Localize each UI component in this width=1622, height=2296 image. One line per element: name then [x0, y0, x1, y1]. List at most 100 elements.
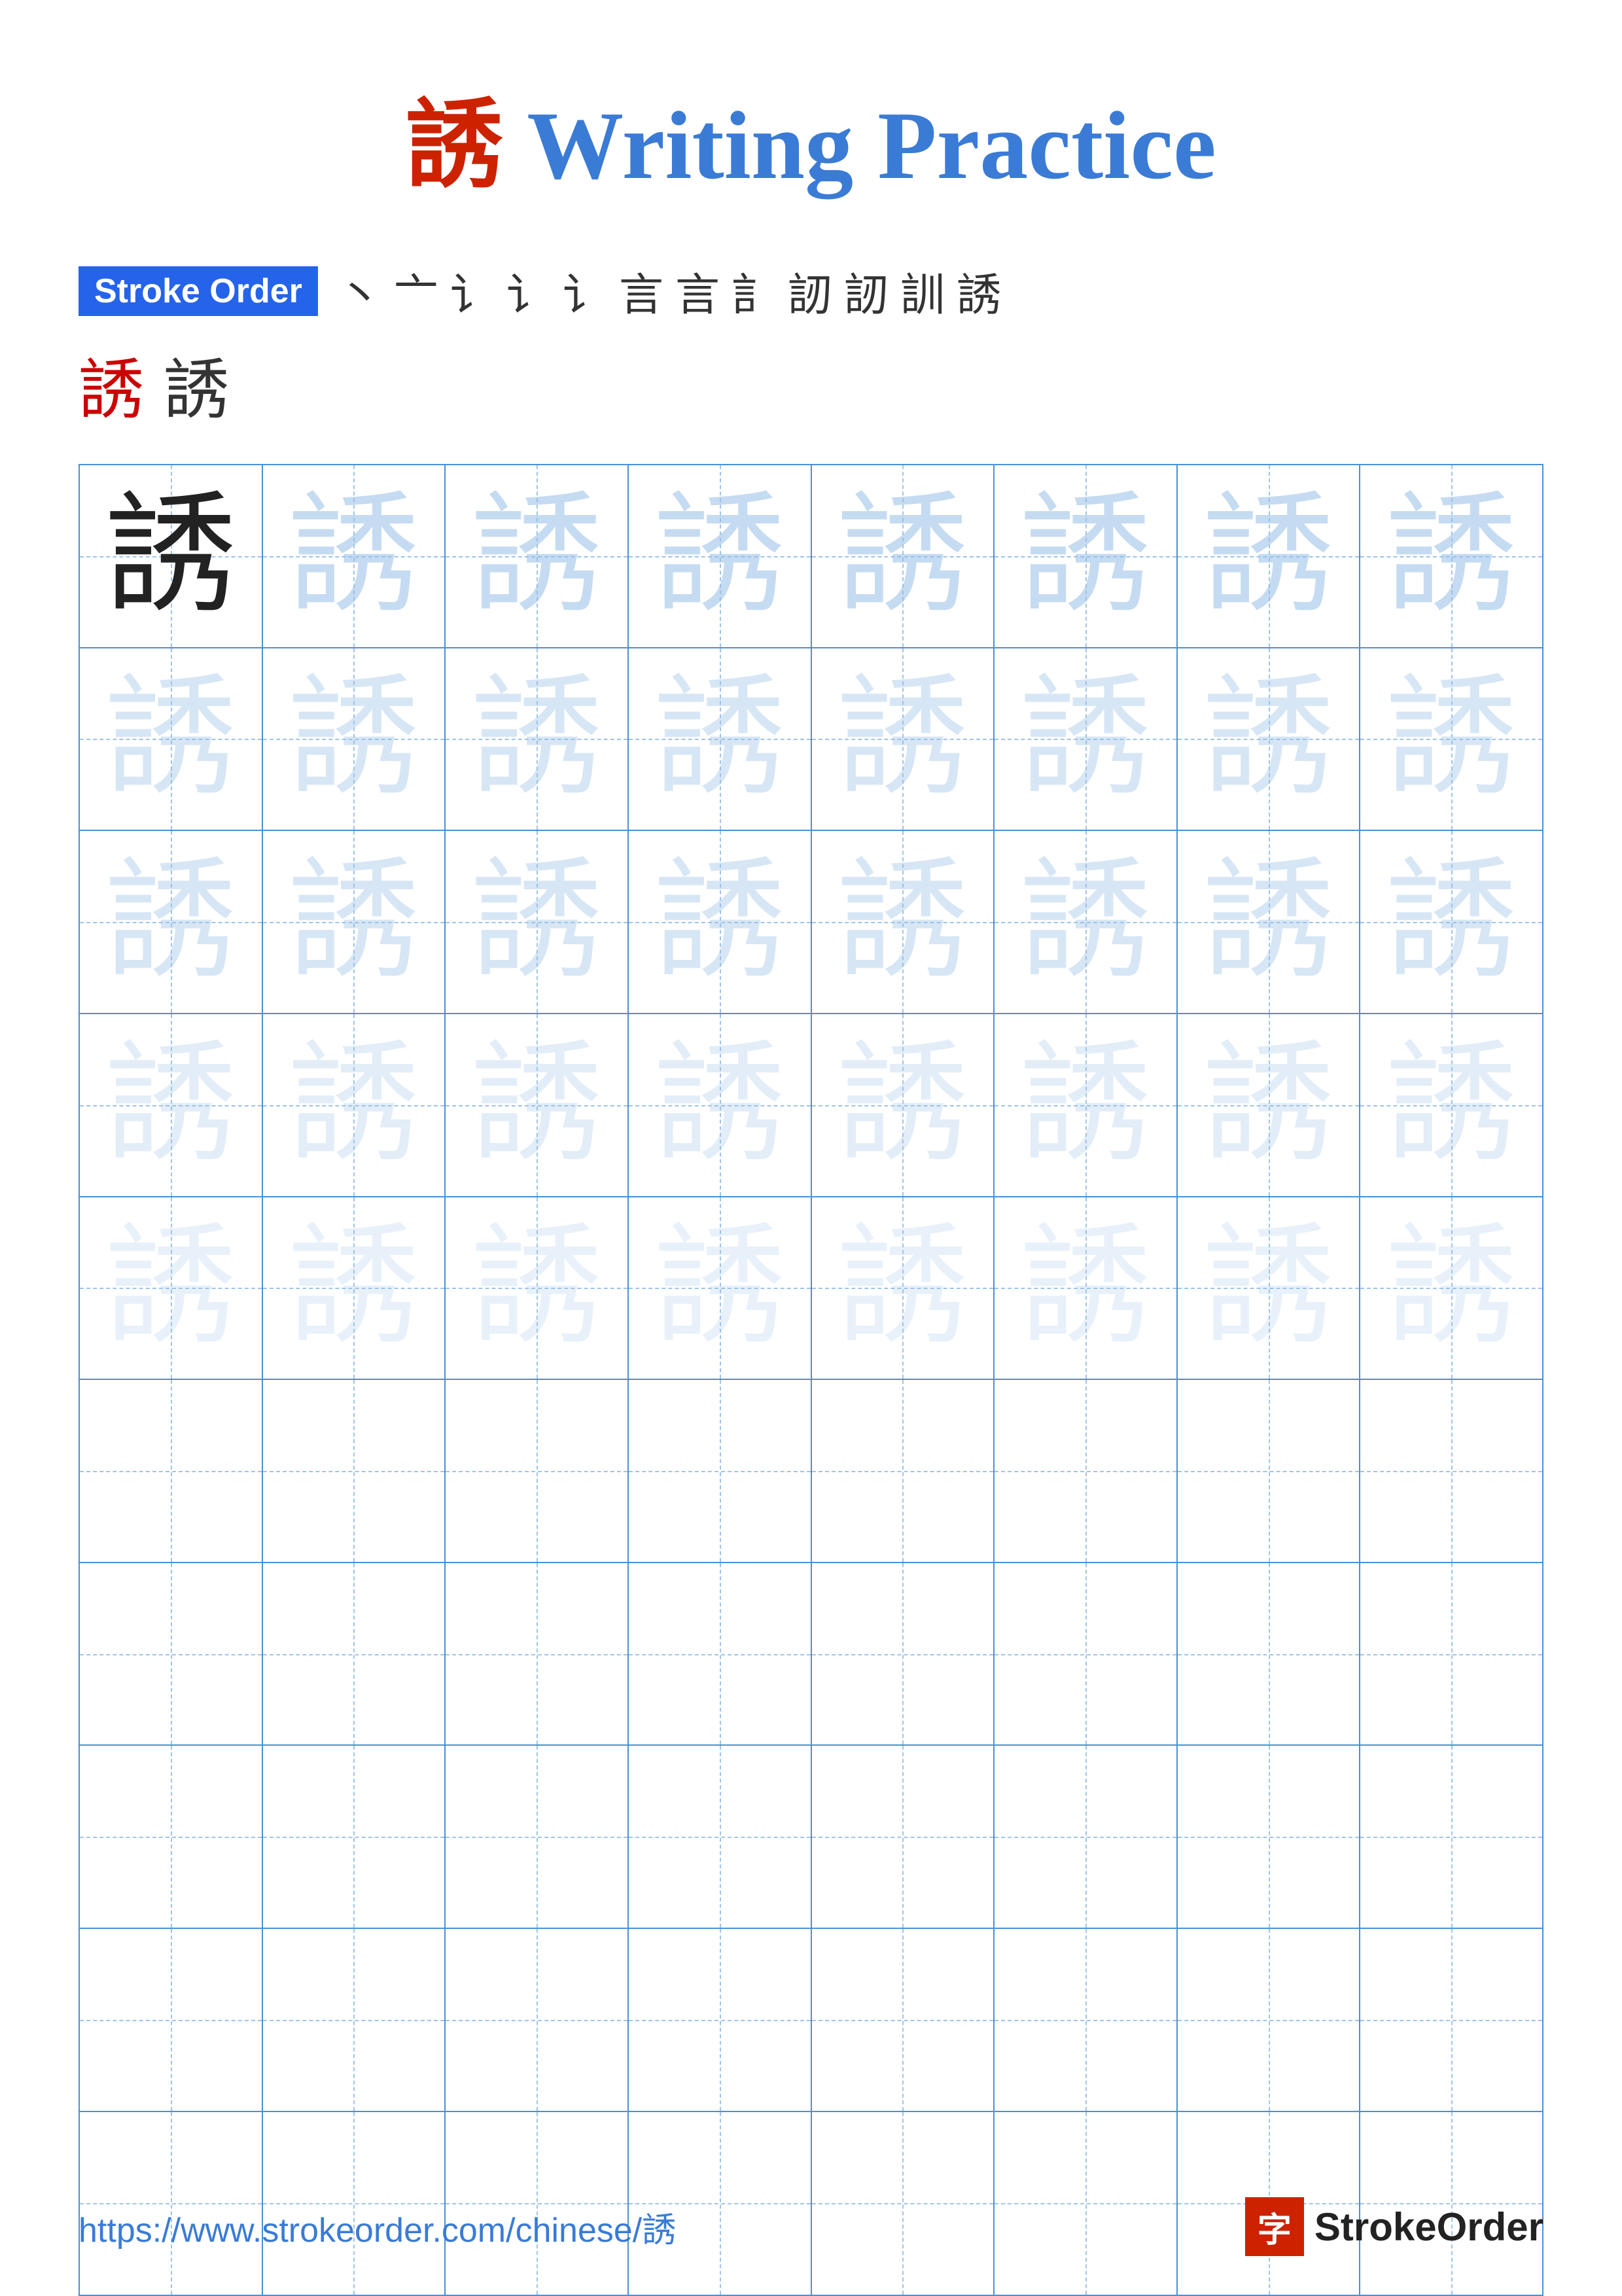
grid-cell-3-8: 誘 [1360, 831, 1542, 1014]
grid-cell-1-1: 誘 [80, 465, 263, 648]
char-light: 誘 [654, 673, 785, 804]
grid-cell-2-4: 誘 [629, 648, 812, 832]
char-vlight: 誘 [837, 1222, 968, 1353]
grid-cell-7-3[interactable] [446, 1563, 629, 1746]
grid-cell-2-7: 誘 [1178, 648, 1361, 832]
grid-cell-8-3[interactable] [446, 1746, 629, 1929]
char-light: 誘 [837, 491, 968, 622]
grid-cell-3-4: 誘 [629, 831, 812, 1014]
grid-cell-9-4[interactable] [629, 1929, 812, 2112]
grid-cell-1-3: 誘 [446, 465, 629, 648]
grid-cell-9-8[interactable] [1360, 1929, 1542, 2112]
grid-cell-6-7[interactable] [1178, 1380, 1361, 1563]
char-light: 誘 [1020, 673, 1151, 804]
grid-cell-8-1[interactable] [80, 1746, 263, 1929]
char-vlight: 誘 [1203, 1040, 1334, 1171]
grid-cell-9-3[interactable] [446, 1929, 629, 2112]
grid-cell-5-4: 誘 [629, 1197, 812, 1381]
page-container: 誘 Writing Practice Stroke Order 丶 亠 讠 讠 … [0, 0, 1622, 2295]
char-vlight: 誘 [471, 1222, 602, 1353]
grid-cell-5-3: 誘 [446, 1197, 629, 1381]
grid-cell-1-5: 誘 [812, 465, 995, 648]
practice-grid: 誘 誘 誘 誘 誘 誘 誘 誘 [79, 464, 1543, 2296]
char-light: 誘 [1020, 857, 1151, 987]
char-light: 誘 [105, 857, 236, 987]
stroke-7: 言 [675, 258, 720, 323]
grid-row-4: 誘 誘 誘 誘 誘 誘 誘 誘 [80, 1014, 1542, 1197]
grid-cell-6-1[interactable] [80, 1380, 263, 1563]
grid-cell-2-6: 誘 [995, 648, 1178, 832]
grid-cell-8-5[interactable] [812, 1746, 995, 1929]
grid-cell-3-5: 誘 [812, 831, 995, 1014]
stroke-final-red: 誘 [79, 336, 144, 431]
grid-row-5: 誘 誘 誘 誘 誘 誘 誘 誘 [80, 1197, 1542, 1381]
stroke-order-row: Stroke Order 丶 亠 讠 讠 讠 言 言 訁 訒 訒 訓 誘 [79, 258, 1001, 323]
grid-cell-9-1[interactable] [80, 1929, 263, 2112]
grid-cell-3-7: 誘 [1178, 831, 1361, 1014]
grid-cell-6-3[interactable] [446, 1380, 629, 1563]
stroke-6: 言 [619, 258, 663, 323]
char-light: 誘 [654, 857, 785, 987]
grid-cell-6-2[interactable] [263, 1380, 446, 1563]
grid-cell-6-5[interactable] [812, 1380, 995, 1563]
grid-cell-7-5[interactable] [812, 1563, 995, 1746]
char-light: 誘 [1203, 673, 1334, 804]
stroke-10: 訒 [844, 258, 889, 323]
grid-cell-5-6: 誘 [995, 1197, 1178, 1381]
grid-cell-7-7[interactable] [1178, 1563, 1361, 1746]
grid-cell-8-2[interactable] [263, 1746, 446, 1929]
stroke-order-label: Stroke Order [79, 266, 318, 316]
grid-cell-7-6[interactable] [995, 1563, 1178, 1746]
char-vlight: 誘 [654, 1222, 785, 1353]
grid-cell-5-2: 誘 [263, 1197, 446, 1381]
grid-cell-9-5[interactable] [812, 1929, 995, 2112]
grid-cell-6-8[interactable] [1360, 1380, 1542, 1563]
grid-cell-9-7[interactable] [1178, 1929, 1361, 2112]
grid-cell-5-1: 誘 [80, 1197, 263, 1381]
char-vlight: 誘 [288, 1222, 419, 1353]
stroke-8: 訁 [732, 258, 776, 323]
grid-row-3: 誘 誘 誘 誘 誘 誘 誘 誘 [80, 831, 1542, 1014]
stroke-2: 亠 [394, 258, 438, 323]
grid-row-2: 誘 誘 誘 誘 誘 誘 誘 誘 [80, 648, 1542, 832]
grid-cell-4-1: 誘 [80, 1014, 263, 1197]
stroke-5: 讠 [563, 258, 607, 323]
grid-cell-2-5: 誘 [812, 648, 995, 832]
grid-cell-9-2[interactable] [263, 1929, 446, 2112]
grid-cell-2-3: 誘 [446, 648, 629, 832]
grid-cell-4-2: 誘 [263, 1014, 446, 1197]
char-light: 誘 [837, 673, 968, 804]
char-light: 誘 [471, 673, 602, 804]
footer-logo-icon: 字 [1245, 2197, 1304, 2256]
stroke-3: 讠 [450, 258, 495, 323]
page-title: 誘 Writing Practice [406, 65, 1216, 206]
grid-cell-7-1[interactable] [80, 1563, 263, 1746]
grid-cell-7-4[interactable] [629, 1563, 812, 1746]
grid-cell-8-4[interactable] [629, 1746, 812, 1929]
grid-cell-6-4[interactable] [629, 1380, 812, 1563]
grid-cell-7-2[interactable] [263, 1563, 446, 1746]
stroke-11: 訓 [900, 258, 945, 323]
footer-url[interactable]: https://www.strokeorder.com/chinese/誘 [79, 2202, 676, 2252]
grid-cell-1-2: 誘 [263, 465, 446, 648]
grid-cell-7-8[interactable] [1360, 1563, 1542, 1746]
grid-cell-2-2: 誘 [263, 648, 446, 832]
char-vlight: 誘 [1203, 1222, 1334, 1353]
grid-cell-9-6[interactable] [995, 1929, 1178, 2112]
char-light: 誘 [1020, 491, 1151, 622]
grid-row-9 [80, 1929, 1542, 2112]
char-light: 誘 [471, 857, 602, 987]
grid-cell-1-7: 誘 [1178, 465, 1361, 648]
footer-logo-text: StrokeOrder [1314, 2204, 1543, 2250]
char-vlight: 誘 [837, 1040, 968, 1171]
char-light: 誘 [1386, 857, 1517, 987]
char-vlight: 誘 [654, 1040, 785, 1171]
grid-cell-4-5: 誘 [812, 1014, 995, 1197]
grid-cell-6-6[interactable] [995, 1380, 1178, 1563]
char-light: 誘 [471, 491, 602, 622]
grid-cell-8-7[interactable] [1178, 1746, 1361, 1929]
grid-cell-8-6[interactable] [995, 1746, 1178, 1929]
grid-cell-5-7: 誘 [1178, 1197, 1361, 1381]
grid-cell-4-6: 誘 [995, 1014, 1178, 1197]
grid-cell-8-8[interactable] [1360, 1746, 1542, 1929]
